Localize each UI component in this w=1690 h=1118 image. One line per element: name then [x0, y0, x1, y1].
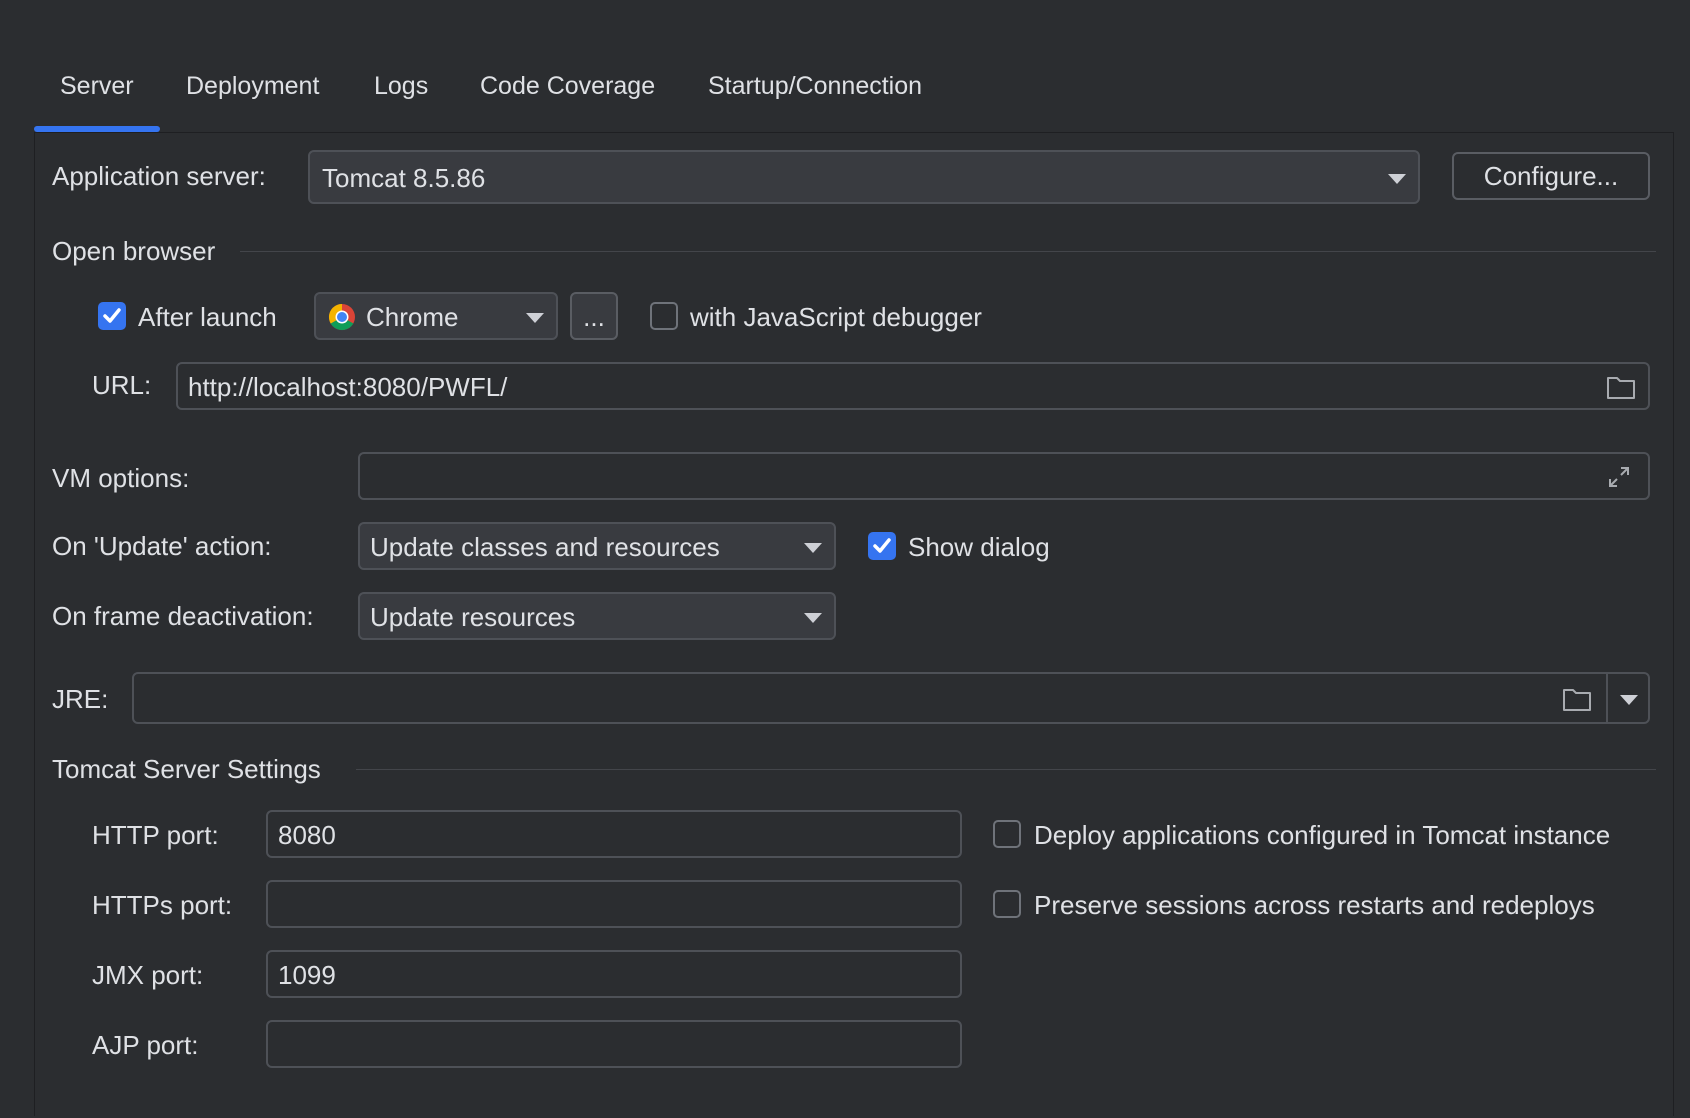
browser-combo[interactable]: Chrome [314, 292, 558, 340]
app-server-value: Tomcat 8.5.86 [322, 163, 486, 193]
configure-button[interactable]: Configure... [1452, 152, 1650, 200]
open-browser-section-label: Open browser [52, 236, 216, 266]
http-port-field[interactable]: 8080 [266, 810, 962, 858]
jre-label: JRE: [52, 684, 109, 714]
js-debugger-label: with JavaScript debugger [690, 302, 982, 332]
app-server-combo[interactable]: Tomcat 8.5.86 [308, 150, 1420, 204]
ajp-port-field[interactable] [266, 1020, 962, 1068]
url-value: http://localhost:8080/PWFL/ [188, 372, 508, 402]
chevron-down-icon [1388, 174, 1406, 184]
folder-icon[interactable] [1562, 686, 1592, 712]
browser-value: Chrome [366, 302, 459, 332]
https-port-label: HTTPs port: [92, 890, 233, 920]
checkmark-icon [873, 538, 891, 553]
tab-logs[interactable]: Logs [374, 72, 428, 101]
expand-icon[interactable] [1606, 464, 1632, 490]
https-port-field[interactable] [266, 880, 962, 928]
preserve-sessions-checkbox[interactable] [993, 890, 1021, 918]
checkmark-icon [103, 308, 121, 323]
url-field[interactable]: http://localhost:8080/PWFL/ [176, 362, 1650, 410]
chevron-down-icon [804, 543, 822, 553]
app-server-label: Application server: [52, 161, 266, 191]
http-port-value: 8080 [278, 820, 336, 850]
show-dialog-label: Show dialog [908, 532, 1050, 562]
jmx-port-field[interactable]: 1099 [266, 950, 962, 998]
tab-server[interactable]: Server [60, 72, 134, 101]
browser-more-button[interactable]: ... [570, 292, 618, 340]
folder-icon[interactable] [1606, 374, 1636, 400]
deploy-apps-checkbox[interactable] [993, 820, 1021, 848]
tomcat-section-label: Tomcat Server Settings [52, 754, 321, 784]
chevron-down-icon [526, 313, 544, 323]
on-frame-value: Update resources [370, 602, 576, 632]
jre-field[interactable] [132, 672, 1650, 724]
on-update-value: Update classes and resources [370, 532, 720, 562]
tomcat-separator [356, 769, 1656, 770]
url-label: URL: [92, 370, 152, 400]
after-launch-checkbox[interactable] [98, 302, 126, 330]
jmx-port-label: JMX port: [92, 960, 204, 990]
show-dialog-checkbox[interactable] [868, 532, 896, 560]
preserve-sessions-label: Preserve sessions across restarts and re… [1034, 890, 1595, 920]
on-update-combo[interactable]: Update classes and resources [358, 522, 836, 570]
vm-options-label: VM options: [52, 463, 190, 493]
chevron-down-icon[interactable] [1620, 695, 1638, 705]
on-frame-combo[interactable]: Update resources [358, 592, 836, 640]
jmx-port-value: 1099 [278, 960, 336, 990]
http-port-label: HTTP port: [92, 820, 219, 850]
chevron-down-icon [804, 613, 822, 623]
deploy-apps-label: Deploy applications configured in Tomcat… [1034, 820, 1611, 850]
on-update-label: On 'Update' action: [52, 531, 272, 561]
jre-dropdown-divider [1606, 674, 1608, 722]
ajp-port-label: AJP port: [92, 1030, 199, 1060]
tab-deployment[interactable]: Deployment [186, 72, 319, 101]
js-debugger-checkbox[interactable] [650, 302, 678, 330]
open-browser-separator [240, 251, 1656, 252]
tab-code-coverage[interactable]: Code Coverage [480, 72, 655, 101]
after-launch-label: After launch [138, 302, 277, 332]
tab-startup-connection[interactable]: Startup/Connection [708, 72, 922, 101]
chrome-icon [328, 303, 355, 331]
on-frame-label: On frame deactivation: [52, 601, 314, 631]
vm-options-field[interactable] [358, 452, 1650, 500]
